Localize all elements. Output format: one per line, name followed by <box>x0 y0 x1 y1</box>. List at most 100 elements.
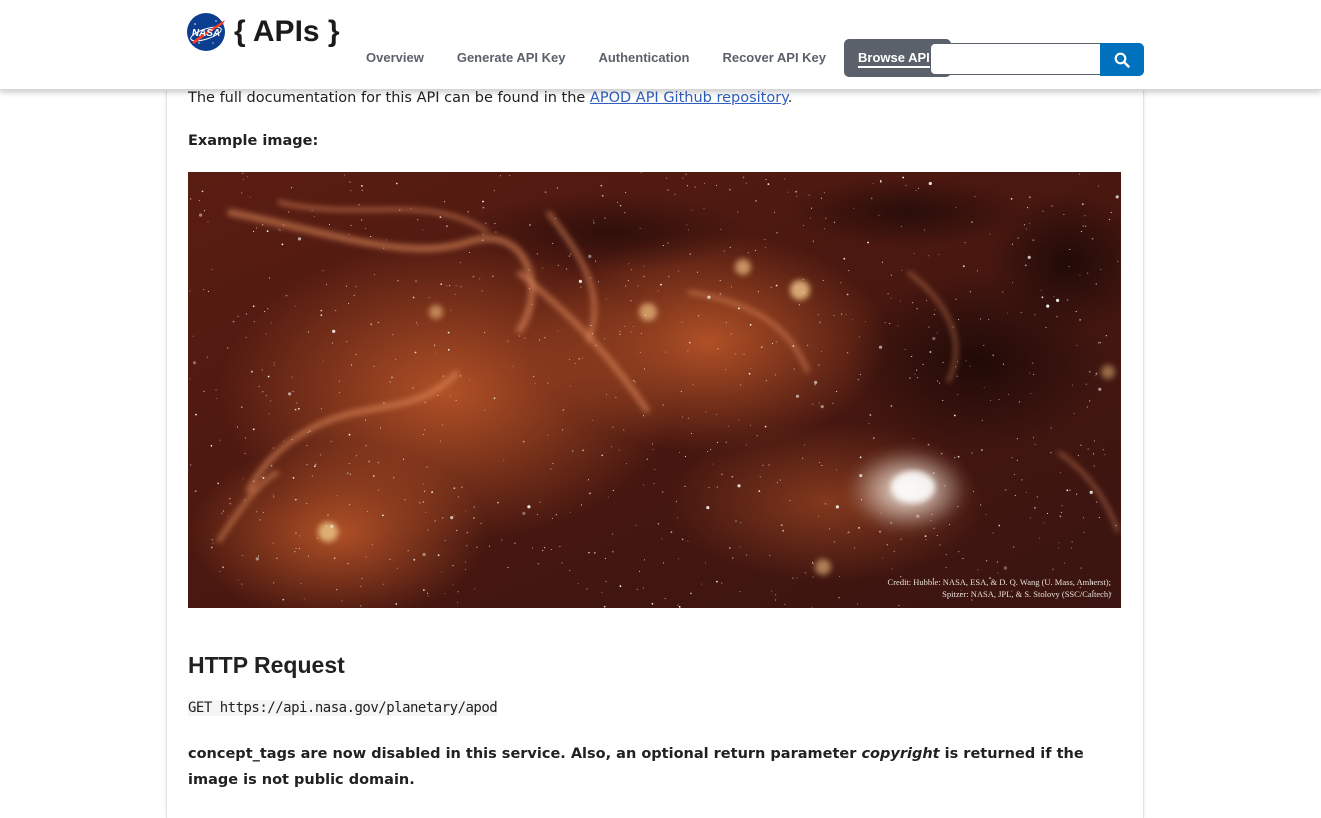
star <box>1066 489 1069 492</box>
star <box>484 409 486 411</box>
star <box>1027 255 1031 259</box>
documentation-text-suffix: . <box>787 90 793 106</box>
star <box>637 285 639 287</box>
star <box>427 529 429 531</box>
star <box>259 519 261 521</box>
star <box>1095 283 1097 285</box>
star <box>983 344 985 346</box>
star <box>607 496 609 498</box>
star <box>547 382 549 384</box>
star <box>796 577 798 579</box>
star <box>457 602 459 604</box>
star <box>441 571 443 573</box>
star <box>426 466 428 468</box>
star <box>377 462 379 464</box>
star <box>881 261 883 263</box>
star <box>820 197 823 199</box>
star <box>268 413 270 415</box>
star <box>1007 312 1009 314</box>
star <box>580 504 583 506</box>
star <box>758 490 761 492</box>
star <box>618 449 621 451</box>
star <box>465 569 467 571</box>
star <box>735 520 737 522</box>
star <box>841 313 843 315</box>
star <box>792 345 795 347</box>
star <box>288 211 290 213</box>
star <box>338 380 340 382</box>
star <box>395 182 398 185</box>
star <box>628 263 630 265</box>
star <box>934 309 936 311</box>
star <box>1021 479 1023 481</box>
star <box>267 375 270 378</box>
apod-github-link[interactable]: APOD API Github repository <box>590 90 788 106</box>
star <box>605 298 608 300</box>
star <box>261 476 263 478</box>
star <box>623 429 625 431</box>
star <box>745 554 747 556</box>
star <box>809 217 811 219</box>
star <box>955 366 957 368</box>
star <box>469 379 471 381</box>
search-input[interactable] <box>930 43 1100 75</box>
star <box>1034 314 1036 316</box>
star <box>727 425 730 427</box>
star <box>240 406 243 408</box>
star <box>1110 212 1112 214</box>
star <box>775 594 777 596</box>
star <box>541 267 544 269</box>
star <box>377 321 379 324</box>
star <box>916 514 920 518</box>
nav-item-authentication[interactable]: Authentication <box>584 39 703 77</box>
star <box>422 229 424 231</box>
star <box>818 515 820 517</box>
nav-item-overview[interactable]: Overview <box>352 39 438 77</box>
star <box>442 375 444 377</box>
star <box>690 432 693 435</box>
star <box>522 440 525 443</box>
star <box>320 314 323 317</box>
star <box>217 482 220 485</box>
star <box>338 391 341 393</box>
star <box>428 297 430 299</box>
star <box>593 222 595 224</box>
star <box>677 558 679 560</box>
nasa-meatball-logo-icon: NASA <box>187 13 225 51</box>
star <box>905 184 907 186</box>
star <box>971 221 973 223</box>
star <box>588 551 590 554</box>
star <box>823 228 826 230</box>
star <box>307 431 309 433</box>
star <box>1089 490 1093 494</box>
star <box>1087 272 1089 274</box>
star <box>933 527 935 529</box>
image-credit-line-2: Spitzer: NASA, JPL, & S. Stolovy (SSC/Ca… <box>942 589 1111 599</box>
search-form <box>930 43 1144 76</box>
star <box>737 211 739 213</box>
star <box>544 547 546 549</box>
star <box>298 408 300 410</box>
star <box>636 588 638 590</box>
search-button[interactable] <box>1100 43 1144 76</box>
nav-item-generate-api-key[interactable]: Generate API Key <box>443 39 580 77</box>
star <box>204 210 206 212</box>
star <box>392 334 394 336</box>
star <box>427 595 429 597</box>
star <box>348 433 351 436</box>
star <box>353 294 355 296</box>
star <box>611 550 614 553</box>
star <box>965 360 967 362</box>
star <box>872 437 875 439</box>
star <box>776 231 778 234</box>
home-logo-link[interactable]: NASA { APIs } <box>186 12 340 52</box>
star <box>928 255 930 257</box>
star <box>582 449 584 452</box>
star <box>551 517 553 520</box>
star <box>981 449 983 451</box>
star <box>1040 289 1042 292</box>
nav-item-recover-api-key[interactable]: Recover API Key <box>708 39 840 77</box>
star <box>667 189 669 191</box>
star <box>210 546 213 549</box>
star <box>829 528 831 530</box>
